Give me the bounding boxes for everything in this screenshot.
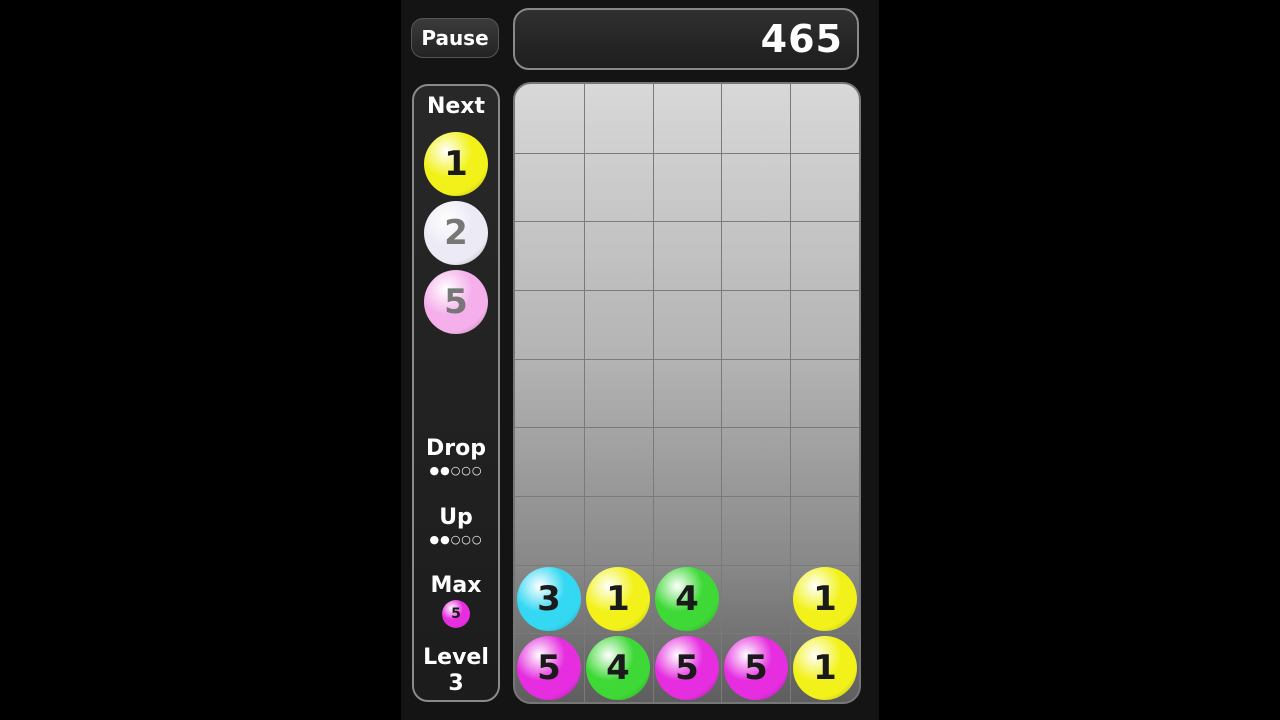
next-ball-value: 1 <box>444 144 468 184</box>
score-value: 465 <box>760 17 843 61</box>
max-label: Max <box>430 573 482 598</box>
board-ball-value: 1 <box>813 579 837 619</box>
next-ball: 2 <box>424 201 488 265</box>
grid-line <box>515 496 859 497</box>
grid-line <box>515 565 859 566</box>
board-ball: 5 <box>724 636 788 700</box>
drop-label: Drop <box>426 436 486 461</box>
board-ball-value: 5 <box>744 648 768 688</box>
game-board[interactable]: 3 1 4 1 5 4 5 5 1 <box>513 82 861 704</box>
level-label: Level <box>423 645 489 670</box>
board-ball: 1 <box>793 567 857 631</box>
side-panel: Next 1 2 5 Drop ●●○○○ Up ●●○○○ Max 5 Level… <box>412 84 500 702</box>
up-dots: ●●○○○ <box>429 533 483 546</box>
grid-line <box>515 153 859 154</box>
grid-line <box>790 84 791 702</box>
max-ball-value: 5 <box>451 606 461 622</box>
board-ball-value: 5 <box>537 648 561 688</box>
level-value: 3 <box>448 671 464 696</box>
game-screen: Pause 465 Next 1 2 5 Drop ●●○○○ Up ●●○○○ M… <box>401 0 879 720</box>
board-ball-value: 4 <box>606 648 630 688</box>
board-ball-value: 1 <box>606 579 630 619</box>
board-ball: 4 <box>655 567 719 631</box>
grid-line <box>584 84 585 702</box>
board-ball: 1 <box>793 636 857 700</box>
grid-line <box>515 359 859 360</box>
board-ball-value: 1 <box>813 648 837 688</box>
board-ball: 5 <box>655 636 719 700</box>
board-ball-value: 4 <box>675 579 699 619</box>
next-ball-value: 2 <box>444 213 468 253</box>
grid-line <box>515 427 859 428</box>
pause-button[interactable]: Pause <box>411 18 499 58</box>
score-display: 465 <box>513 8 859 70</box>
grid-line <box>515 633 859 634</box>
drop-dots: ●●○○○ <box>429 464 483 477</box>
next-ball: 5 <box>424 270 488 334</box>
board-ball-value: 3 <box>537 579 561 619</box>
grid-line <box>515 221 859 222</box>
grid-line <box>721 84 722 702</box>
board-ball-value: 5 <box>675 648 699 688</box>
next-label: Next <box>426 94 486 119</box>
board-ball: 4 <box>586 636 650 700</box>
next-ball: 1 <box>424 132 488 196</box>
board-ball: 5 <box>517 636 581 700</box>
grid-line <box>653 84 654 702</box>
next-ball-value: 5 <box>444 282 468 322</box>
up-label: Up <box>439 505 473 530</box>
board-ball: 1 <box>586 567 650 631</box>
grid-line <box>515 290 859 291</box>
board-ball: 3 <box>517 567 581 631</box>
max-ball: 5 <box>442 600 470 628</box>
